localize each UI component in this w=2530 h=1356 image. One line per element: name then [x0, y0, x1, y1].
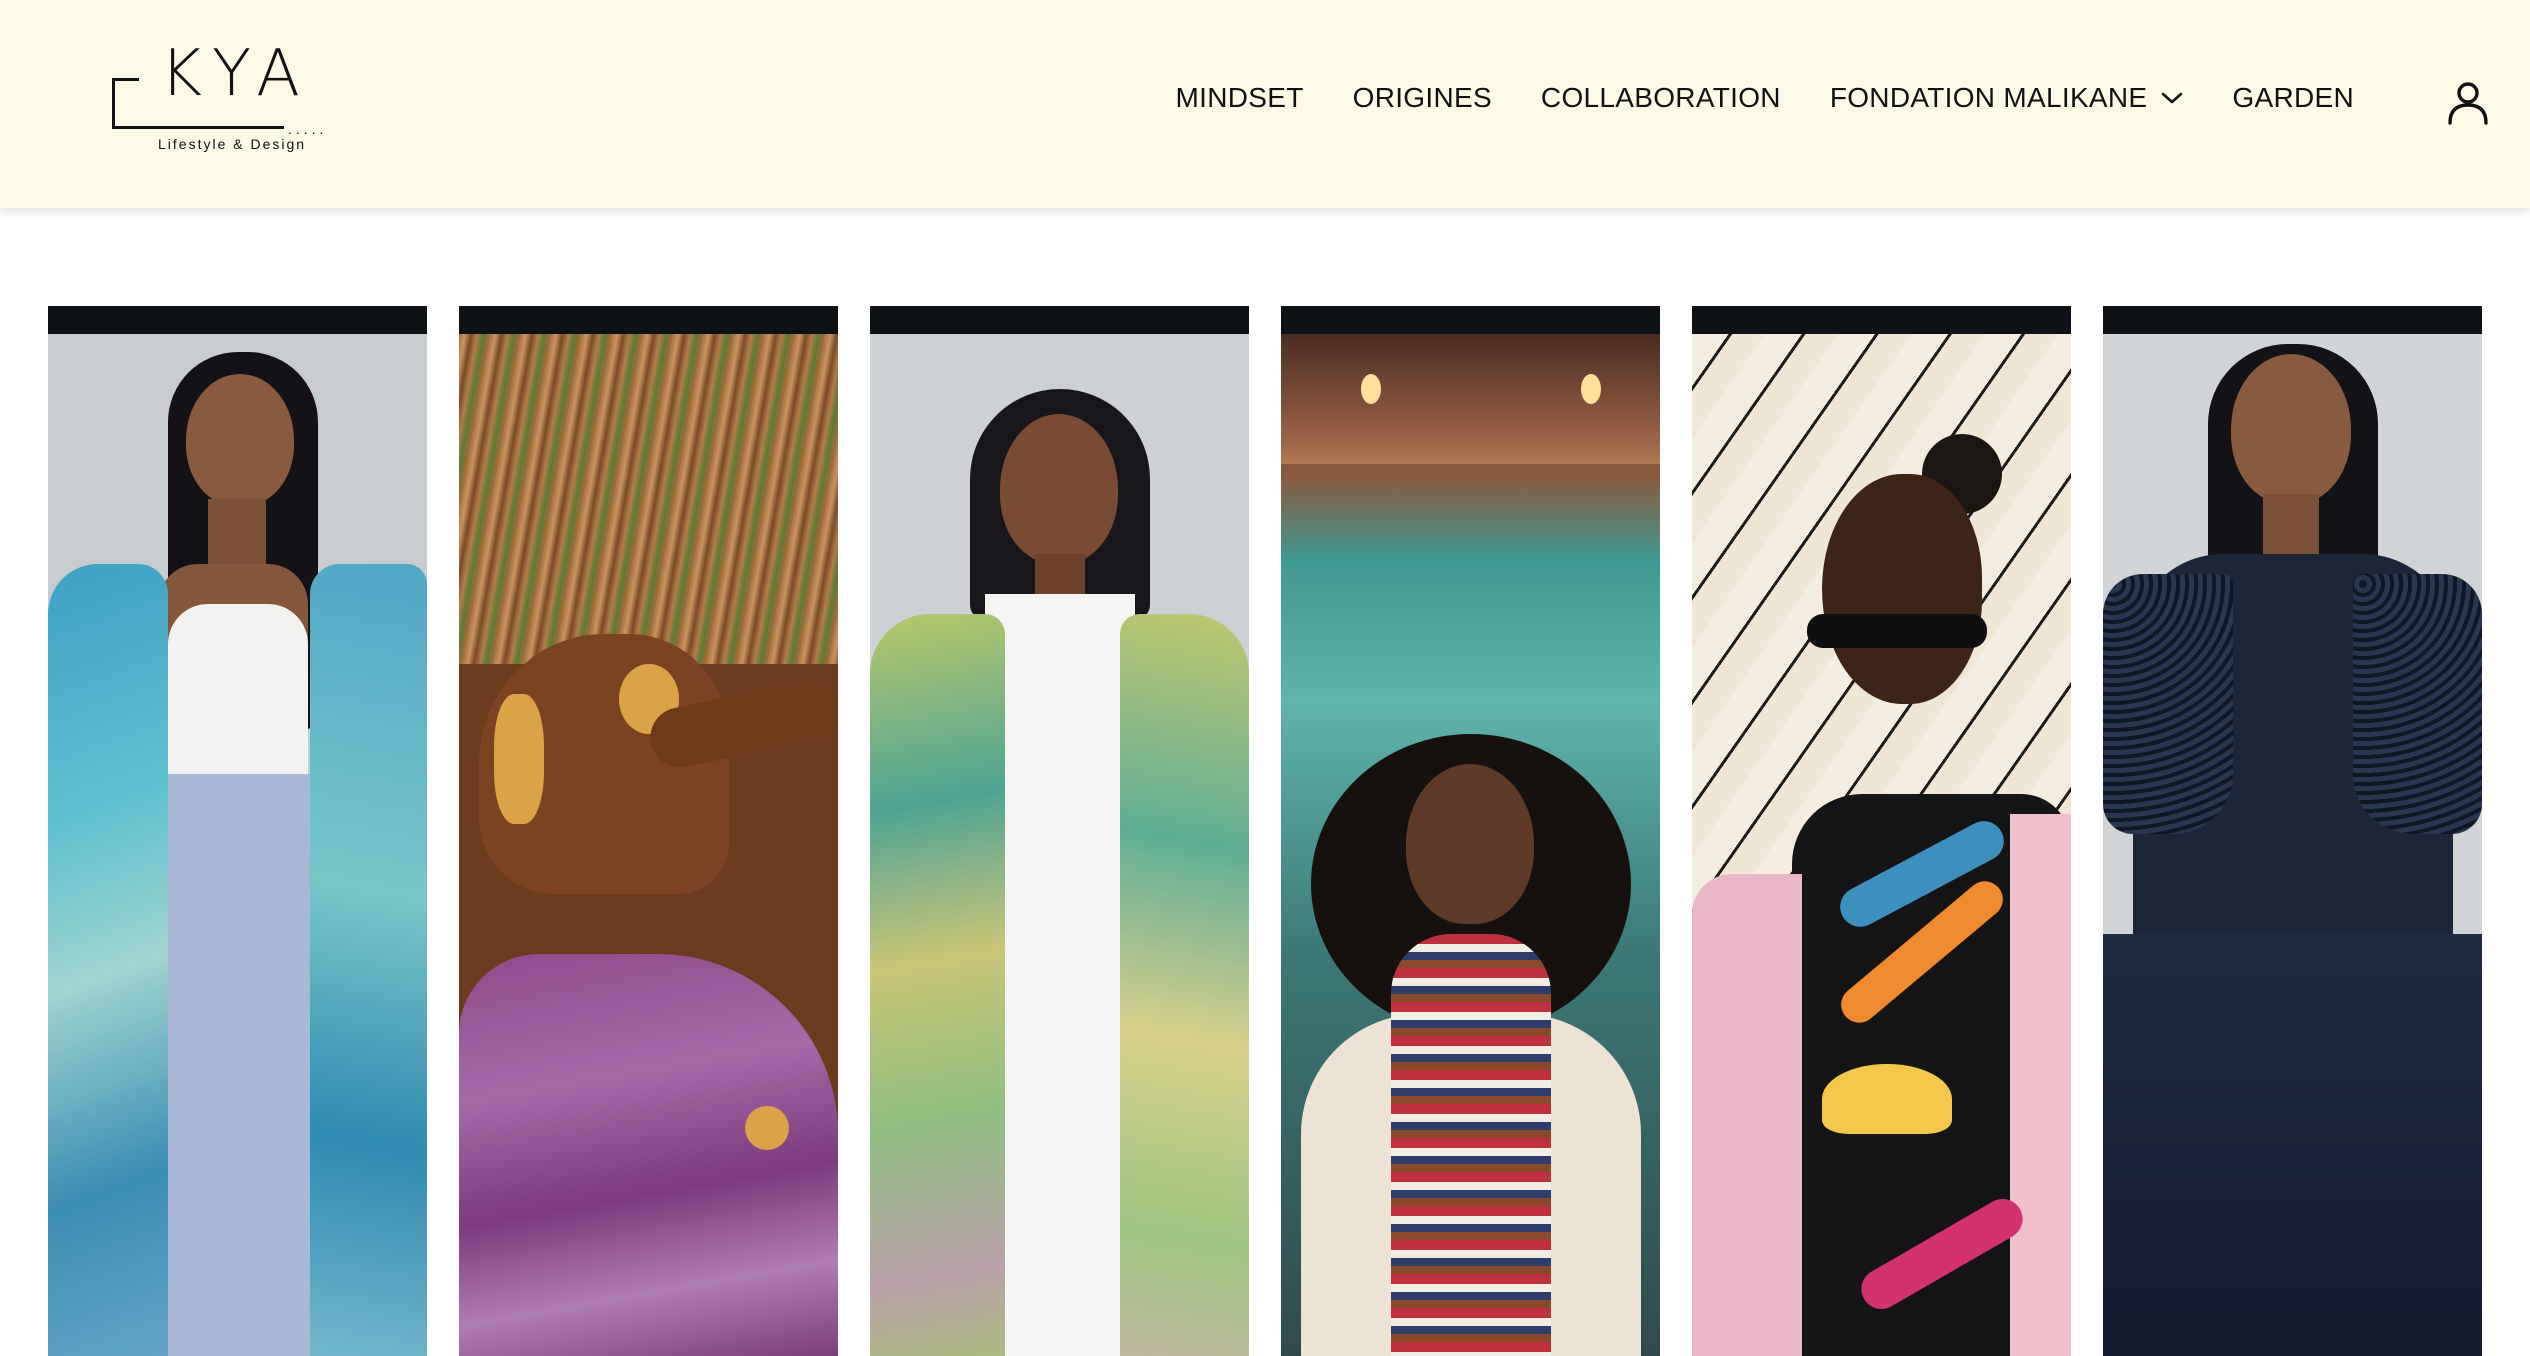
- gallery-panel[interactable]: [48, 306, 427, 1356]
- fashion-photo: [48, 334, 427, 1356]
- main-nav: MINDSET ORIGINES COLLABORATION FONDATION…: [1176, 82, 2355, 114]
- nav-item-label: GARDEN: [2232, 82, 2354, 113]
- nav-item-label: COLLABORATION: [1540, 82, 1781, 113]
- gallery-panel[interactable]: [459, 306, 838, 1356]
- kya-logo[interactable]: KYA ..... Lifestyle & Design: [108, 42, 348, 160]
- gallery-panel[interactable]: [2103, 306, 2482, 1356]
- fashion-photo: [459, 334, 838, 1356]
- gallery-panel[interactable]: [1281, 306, 1660, 1356]
- logo-dots: .....: [288, 121, 328, 137]
- logo-wordmark: KYA: [160, 37, 310, 111]
- user-icon[interactable]: [2446, 80, 2490, 126]
- gallery-panel[interactable]: [870, 306, 1249, 1356]
- nav-item-label: ORIGINES: [1352, 82, 1492, 113]
- logo-bracket: [112, 78, 139, 129]
- fashion-photo: [2103, 334, 2482, 1356]
- chevron-down-icon: [2162, 92, 2183, 104]
- nav-item-collaboration[interactable]: COLLABORATION: [1541, 82, 1781, 114]
- nav-item-label: FONDATION MALIKANE: [1829, 82, 2148, 113]
- nav-item-fondation-malikane[interactable]: FONDATION MALIKANE: [1830, 82, 2184, 114]
- gallery-panel[interactable]: [1692, 306, 2071, 1356]
- lookbook-gallery: [48, 306, 2482, 1356]
- fashion-photo: [1692, 334, 2071, 1356]
- fashion-photo: [870, 334, 1249, 1356]
- nav-item-garden[interactable]: GARDEN: [2232, 82, 2354, 114]
- site-header: KYA ..... Lifestyle & Design MINDSET ORI…: [0, 0, 2530, 208]
- nav-item-mindset[interactable]: MINDSET: [1176, 82, 1304, 114]
- fashion-photo: [1281, 334, 1660, 1356]
- logo-tagline: Lifestyle & Design: [158, 136, 307, 152]
- nav-item-origines[interactable]: ORIGINES: [1353, 82, 1492, 114]
- logo-underline: [112, 126, 284, 129]
- nav-item-label: MINDSET: [1175, 82, 1304, 113]
